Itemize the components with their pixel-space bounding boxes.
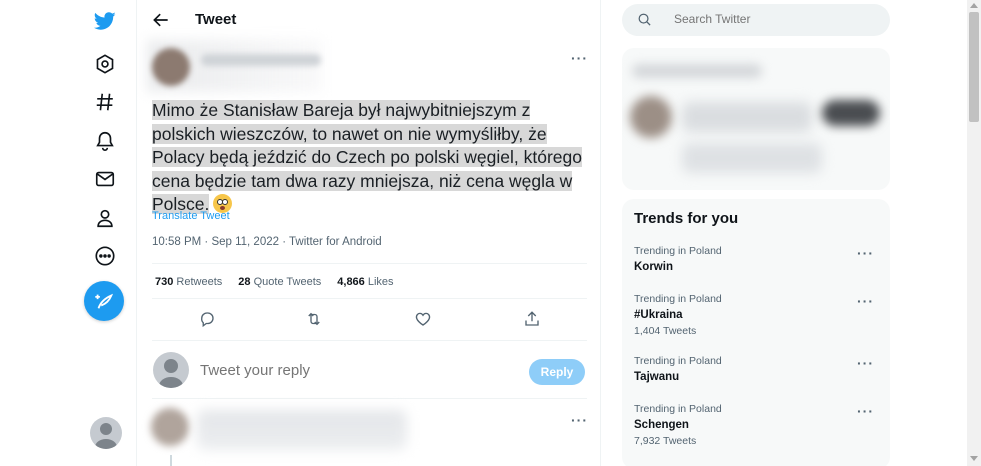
reply-author-avatar[interactable]: [151, 408, 189, 446]
trend-name: Tajwanu: [634, 371, 680, 383]
back-arrow-icon[interactable]: [151, 10, 171, 30]
divider: [152, 263, 587, 264]
author-name[interactable]: [201, 54, 321, 66]
trend-count: 7,932 Tweets: [634, 435, 697, 447]
retweet-icon[interactable]: [305, 310, 325, 330]
trend-more-icon[interactable]: ···: [857, 403, 874, 419]
trend-more-icon[interactable]: ···: [857, 245, 874, 261]
user-avatar: [153, 352, 189, 388]
tweet-line: Mimo że Stanisław Bareja był najwybitnie…: [152, 100, 531, 120]
mail-icon[interactable]: [92, 166, 118, 192]
blurred-name: [682, 102, 812, 132]
search-icon: [638, 13, 651, 26]
trend-context: Trending in Poland: [634, 355, 722, 367]
tweet-header: Tweet: [137, 0, 600, 40]
reply-input[interactable]: [200, 362, 450, 379]
trends-panel: Trends for you Trending in Poland Korwin…: [622, 199, 890, 466]
trend-context: Trending in Poland: [634, 403, 722, 415]
trend-item[interactable]: Trending in Poland Tajwanu ···: [634, 355, 884, 383]
tweet-text: Mimo że Stanisław Bareja był najwybitnie…: [152, 99, 597, 217]
tweet-line: polskich wieszczów, to nawet on nie wymy…: [152, 123, 547, 144]
divider: [152, 340, 587, 341]
search-input[interactable]: [674, 12, 874, 26]
trend-more-icon[interactable]: ···: [857, 355, 874, 371]
tweet-timestamp[interactable]: 10:58 PM · Sep 11, 2022 · Twitter for An…: [152, 236, 382, 248]
hashtag-icon[interactable]: [92, 89, 118, 115]
more-circle-icon[interactable]: [92, 243, 118, 269]
trend-item[interactable]: Trending in Poland Schengen 7,932 Tweets…: [634, 403, 884, 447]
page-title: Tweet: [195, 11, 237, 28]
divider: [152, 298, 587, 299]
page-scrollbar[interactable]: [967, 0, 981, 466]
trend-count: 1,404 Tweets: [634, 325, 697, 337]
profile-icon[interactable]: [92, 205, 118, 231]
trend-name: Korwin: [634, 261, 673, 273]
search-box[interactable]: [622, 4, 890, 36]
explore-icon[interactable]: [92, 51, 118, 77]
trend-context: Trending in Poland: [634, 245, 722, 257]
scrollbar-thumb[interactable]: [969, 12, 979, 122]
tweet-more-icon[interactable]: ···: [571, 50, 588, 66]
retweets-stat[interactable]: 730 Retweets: [155, 276, 222, 288]
divider: [152, 398, 587, 399]
likes-stat[interactable]: 4,866 Likes: [337, 276, 393, 288]
reply-button[interactable]: Reply: [529, 359, 585, 385]
blurred-relevant-people-panel: [622, 48, 890, 190]
tweet-column: Tweet ··· Mimo że Stanisław Bareja był n…: [136, 0, 601, 466]
trend-item[interactable]: Trending in Poland Korwin ···: [634, 245, 884, 273]
trend-context: Trending in Poland: [634, 293, 722, 305]
account-avatar[interactable]: [90, 417, 122, 449]
quote-tweets-stat[interactable]: 28 Quote Tweets: [238, 276, 321, 288]
blurred-bio: [682, 143, 822, 173]
blurred-heading: [632, 64, 762, 78]
blurred-follow-button: [822, 100, 880, 126]
tweet-actions: [137, 310, 600, 332]
trend-more-icon[interactable]: ···: [857, 293, 874, 309]
tweet-line: Polacy będą jeździć do Czech po polski w…: [152, 147, 582, 167]
right-sidebar: Trends for you Trending in Poland Korwin…: [612, 0, 902, 466]
like-icon[interactable]: [414, 310, 434, 330]
compose-tweet-button[interactable]: [84, 281, 124, 321]
blurred-avatar: [630, 96, 672, 138]
share-icon[interactable]: [523, 310, 543, 330]
thread-line: [170, 455, 172, 466]
twitter-logo-icon[interactable]: [92, 8, 118, 34]
left-navigation: [70, 0, 140, 466]
author-avatar[interactable]: [152, 48, 190, 86]
compose-tweet-icon: [95, 293, 114, 309]
trend-name: Schengen: [634, 419, 689, 431]
scroll-down-arrow-icon[interactable]: [970, 456, 978, 461]
reply-icon[interactable]: [198, 310, 218, 330]
blurred-reply-content: [197, 410, 407, 450]
trends-title: Trends for you: [634, 210, 739, 227]
tweet-line: cena będzie tam dwa razy mniejsza, niż c…: [152, 170, 573, 191]
scroll-up-arrow-icon[interactable]: [970, 3, 978, 8]
translate-tweet-link[interactable]: Translate Tweet: [152, 210, 230, 222]
tweet-stats: 730 Retweets 28 Quote Tweets 4,866 Likes: [155, 276, 394, 288]
trend-item[interactable]: Trending in Poland #Ukraina 1,404 Tweets…: [634, 293, 884, 337]
bell-icon[interactable]: [92, 128, 118, 154]
trend-name: #Ukraina: [634, 309, 683, 321]
reply-more-icon[interactable]: ···: [571, 412, 588, 428]
